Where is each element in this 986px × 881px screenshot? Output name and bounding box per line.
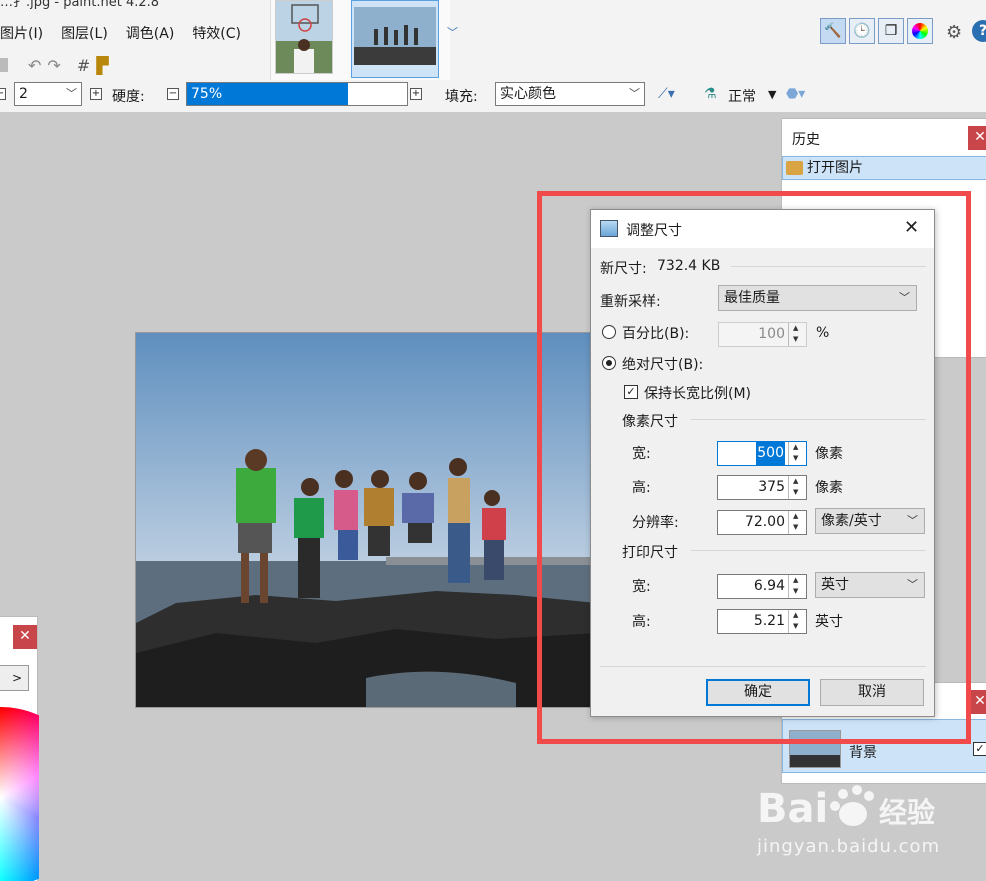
brush-width-increase-button[interactable]: +	[90, 88, 102, 100]
antialiasing-icon[interactable]: ⟋▾	[658, 86, 675, 102]
tool-options-bar: − 2 ﹀ + 硬度: − 75% + 填充: 实心颜色 ﹀ ⟋▾ ⚗ 正常 ▼…	[0, 82, 986, 108]
hardness-value: 75%	[191, 86, 223, 102]
history-title: 历史	[792, 132, 820, 148]
menu-layers[interactable]: 图层(L)	[52, 20, 117, 48]
layer-name: 背景	[849, 745, 877, 761]
layer-visibility-checkbox[interactable]: ✓	[973, 742, 986, 756]
hardness-increase-button[interactable]: +	[410, 88, 422, 100]
menu-effects[interactable]: 特效(C)	[183, 20, 250, 48]
grid-icon[interactable]: #	[77, 56, 90, 75]
image-tabs	[270, 0, 450, 80]
image-list-chevron-icon[interactable]: ﹀	[447, 24, 458, 40]
history-item-open-image[interactable]: 打开图片	[782, 156, 986, 180]
window-title: …扌.jpg - paint.net 4.2.8	[0, 0, 160, 10]
image-tab-basketball[interactable]	[275, 0, 333, 74]
fill-mode-combo[interactable]: 实心颜色 ﹀	[495, 82, 645, 106]
layers-window-icon[interactable]: ❐	[878, 18, 904, 44]
blend-mode-value[interactable]: 正常	[728, 86, 756, 106]
color-wheel[interactable]	[0, 707, 39, 881]
color-wheel-mini-icon	[912, 23, 928, 39]
redo-icon[interactable]: ↷	[47, 56, 60, 75]
tools-window-hammer-icon[interactable]: 🔨	[820, 18, 846, 44]
undo-icon[interactable]: ↶	[28, 56, 41, 75]
menu-bar: 图片(I) 图层(L) 调色(A) 特效(C)	[0, 20, 250, 48]
canvas-image[interactable]	[135, 332, 595, 708]
svg-text:Bai: Bai	[757, 786, 828, 832]
edit-toolbar: ↶ ↷ # ▛	[0, 54, 109, 76]
paste-icon[interactable]	[0, 58, 8, 72]
hardness-label: 硬度:	[112, 89, 145, 105]
hardness-decrease-button[interactable]: −	[167, 88, 179, 100]
window-toggle-toolbar: 🔨 🕒 ❐	[820, 18, 933, 44]
basketball-thumbnail-image	[276, 1, 332, 73]
menu-image[interactable]: 图片(I)	[0, 20, 52, 48]
menu-adjustments[interactable]: 调色(A)	[117, 20, 184, 48]
brush-width-value: 2	[19, 86, 28, 102]
selection-mode-icon[interactable]: ⬣▾	[786, 86, 805, 102]
fill-mode-value: 实心颜色	[500, 86, 556, 102]
baidu-watermark: Bai 经验 jingyan.baidu.com	[757, 778, 957, 858]
settings-gear-icon[interactable]: ⚙	[946, 22, 962, 43]
beach-thumbnail-image	[354, 7, 436, 65]
highlight-annotation-box	[537, 191, 971, 744]
chevron-down-icon: ﹀	[66, 87, 77, 100]
fill-label: 填充:	[445, 89, 478, 105]
beach-photo-image	[136, 333, 594, 707]
hardness-slider[interactable]: 75%	[186, 82, 408, 106]
help-icon[interactable]: ?	[972, 20, 986, 42]
ruler-icon[interactable]: ▛	[96, 56, 108, 75]
history-close-icon[interactable]: ✕	[968, 126, 986, 150]
top-bar: …扌.jpg - paint.net 4.2.8 图片(I) 图层(L) 调色(…	[0, 0, 986, 112]
colors-window-wheel-icon[interactable]	[907, 18, 933, 44]
svg-text:经验: 经验	[879, 796, 935, 829]
baidu-logo: Bai 经验	[757, 778, 947, 845]
folder-icon	[786, 161, 803, 175]
baidu-paw-logo-image: Bai 经验	[757, 785, 935, 832]
chevron-down-icon: ﹀	[629, 87, 640, 100]
brush-width-decrease-button[interactable]: −	[0, 88, 6, 100]
history-window-clock-icon[interactable]: 🕒	[849, 18, 875, 44]
brush-width-combo[interactable]: 2 ﹀	[14, 82, 82, 106]
history-item-label: 打开图片	[807, 160, 863, 176]
colors-panel: ✕ >	[0, 616, 39, 881]
color-wheel-clip	[0, 617, 39, 881]
blend-mode-flask-icon[interactable]: ⚗	[704, 86, 717, 102]
watermark-url: jingyan.baidu.com	[757, 836, 941, 857]
blend-mode-chevron-icon[interactable]: ▼	[768, 88, 776, 101]
image-tab-active-beach[interactable]	[351, 0, 439, 78]
